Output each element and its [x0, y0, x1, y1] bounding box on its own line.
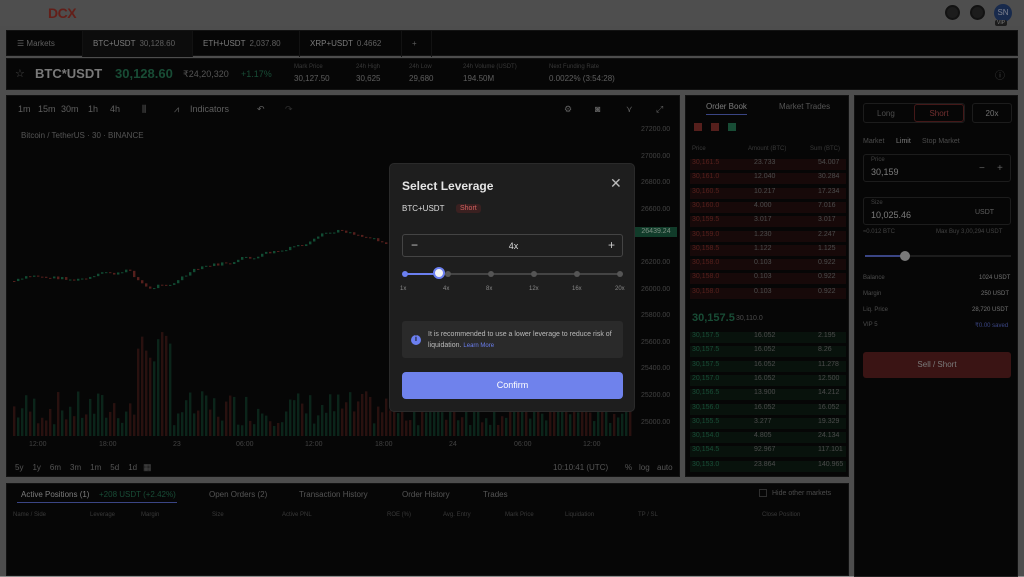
leverage-value: 4x	[508, 241, 519, 251]
slider-stop[interactable]	[402, 271, 408, 277]
slider-stop[interactable]	[488, 271, 494, 277]
slider-stop[interactable]	[617, 271, 623, 277]
modal-title: Select Leverage	[402, 179, 494, 193]
slider-mark: 4x	[443, 286, 450, 292]
risk-notice: i It is recommended to use a lower lever…	[402, 321, 623, 358]
leverage-modal: Select Leverage ✕ BTC+USDT Short − 4x + …	[389, 163, 635, 412]
slider-stop[interactable]	[574, 271, 580, 277]
slider-mark: 8x	[486, 286, 493, 292]
confirm-button[interactable]: Confirm	[402, 372, 623, 399]
slider-mark: 1x	[400, 286, 407, 292]
increase-button[interactable]: +	[608, 238, 615, 252]
leverage-slider-thumb[interactable]	[432, 267, 445, 279]
slider-mark: 20x	[615, 286, 625, 292]
learn-more-link[interactable]: Learn More	[463, 343, 494, 349]
modal-pair: BTC+USDT	[402, 204, 445, 213]
slider-stop[interactable]	[445, 271, 451, 277]
close-icon[interactable]: ✕	[610, 175, 622, 192]
info-icon: i	[411, 335, 421, 345]
notice-text: It is recommended to use a lower leverag…	[428, 331, 612, 349]
leverage-stepper[interactable]: − 4x +	[402, 234, 623, 257]
slider-mark: 12x	[529, 286, 539, 292]
slider-stop[interactable]	[531, 271, 537, 277]
slider-mark: 16x	[572, 286, 582, 292]
side-badge: Short	[456, 204, 481, 213]
